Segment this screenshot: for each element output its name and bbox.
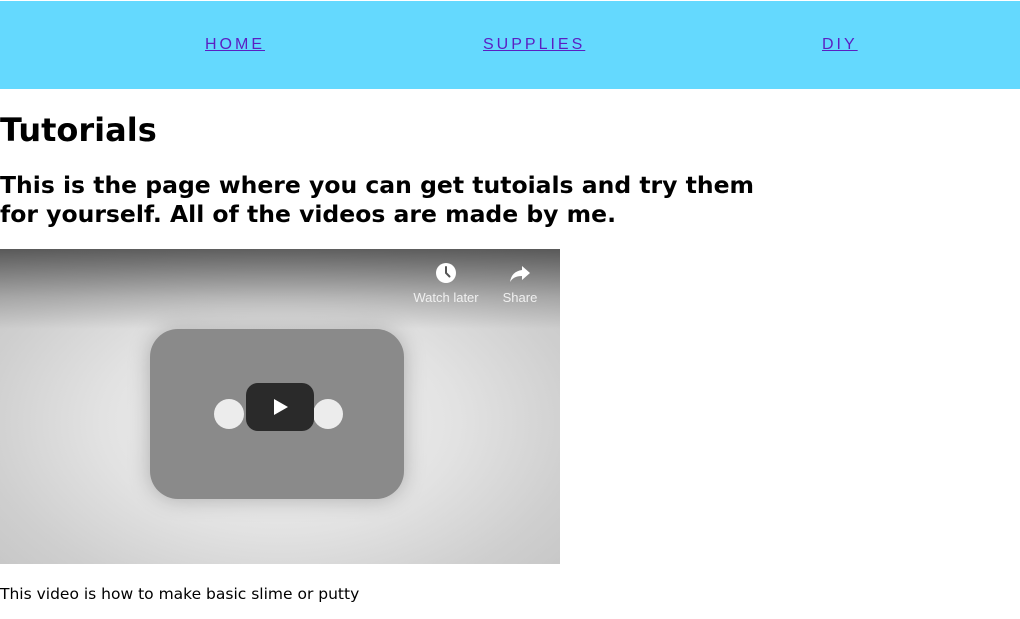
share-icon	[510, 266, 530, 282]
nav-link-home[interactable]: HOME	[205, 36, 265, 54]
share-button[interactable]: Share	[480, 261, 560, 305]
clock-icon	[436, 263, 456, 283]
share-label: Share	[502, 290, 538, 305]
watch-later-label: Watch later	[413, 290, 479, 305]
intro-text: This is the page where you can get tutoi…	[0, 171, 755, 228]
nav-link-diy[interactable]: DIY	[822, 36, 858, 54]
page-title: Tutorials	[0, 111, 157, 149]
play-button[interactable]	[246, 383, 314, 431]
watch-later-button[interactable]: Watch later	[406, 261, 486, 305]
video-thumbnail-dot	[214, 399, 244, 429]
nav-link-supplies[interactable]: SUPPLIES	[483, 36, 585, 54]
video-caption: This video is how to make basic slime or…	[0, 585, 360, 603]
play-icon	[274, 399, 288, 415]
embedded-video-player[interactable]: Watch later Share	[0, 249, 560, 564]
top-navigation-bar: HOME SUPPLIES DIY	[0, 1, 1020, 89]
video-thumbnail-dot	[313, 399, 343, 429]
